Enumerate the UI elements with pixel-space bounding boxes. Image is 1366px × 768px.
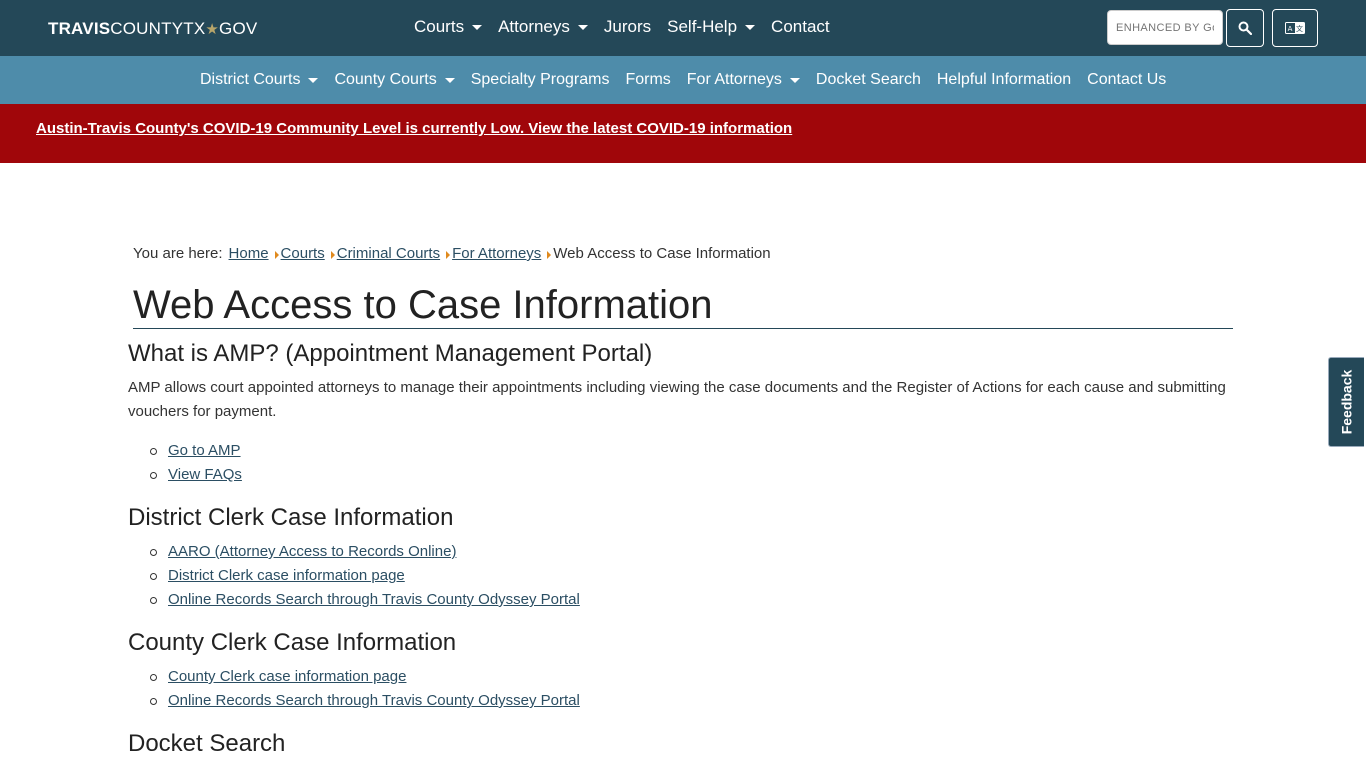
list-item: Online Records Search through Travis Cou… (150, 588, 580, 612)
subnav-helpful-information-label: Helpful Information (936, 71, 1072, 88)
breadcrumb-arrow-icon (446, 251, 451, 259)
view-faqs-link[interactable]: View FAQs (168, 463, 242, 487)
bullet-icon (150, 697, 157, 705)
subnav-for-attorneys[interactable]: For Attorneys (687, 71, 800, 89)
bullet-icon (150, 471, 157, 479)
bullet-icon (150, 596, 157, 604)
breadcrumb-arrow-icon (274, 251, 279, 259)
bullet-icon (150, 673, 157, 681)
top-header: TRAVISCOUNTYTX★GOV Courts Attorneys Juro… (0, 0, 1366, 56)
subnav-contact-us-label: Contact Us (1087, 71, 1167, 88)
bullet-icon (150, 548, 157, 556)
breadcrumb-for-attorneys[interactable]: For Attorneys (452, 245, 541, 262)
breadcrumb-courts[interactable]: Courts (281, 245, 325, 262)
list-item: View FAQs (150, 463, 242, 487)
caret-down-icon (472, 24, 483, 30)
list-item: Online Records Search through Travis Cou… (150, 689, 580, 713)
caret-down-icon (789, 77, 800, 83)
bullet-icon (150, 447, 157, 455)
bullet-icon (150, 572, 157, 580)
go-to-amp-link[interactable]: Go to AMP (168, 439, 241, 463)
covid-alert-link[interactable]: Austin-Travis County's COVID-19 Communit… (36, 120, 792, 137)
nav-attorneys-label: Attorneys (498, 17, 570, 36)
district-clerk-links: AARO (Attorney Access to Records Online)… (150, 540, 580, 612)
svg-text:文: 文 (1296, 24, 1303, 33)
subnav-docket-search[interactable]: Docket Search (816, 71, 921, 89)
subnav-county-courts[interactable]: County Courts (334, 71, 455, 89)
subnav-contact-us[interactable]: Contact Us (1087, 71, 1166, 89)
nav-contact[interactable]: Contact (771, 17, 830, 37)
translate-icon: A文 (1285, 22, 1305, 34)
nav-jurors-label: Jurors (603, 17, 652, 36)
subnav-helpful-information[interactable]: Helpful Information (937, 71, 1071, 89)
county-clerk-info-link[interactable]: County Clerk case information page (168, 665, 406, 689)
breadcrumb-arrow-icon (547, 251, 552, 259)
aaro-link[interactable]: AARO (Attorney Access to Records Online) (168, 540, 456, 564)
subnav-for-attorneys-label: For Attorneys (686, 71, 782, 88)
search-input[interactable] (1108, 11, 1222, 44)
subnav-forms-label: Forms (625, 71, 671, 88)
section-heading-district-clerk: District Clerk Case Information (128, 504, 454, 531)
search-button[interactable] (1226, 9, 1264, 47)
feedback-tab[interactable]: Feedback (1328, 357, 1364, 447)
subnav-docket-search-label: Docket Search (815, 71, 921, 88)
nav-self-help-label: Self-Help (667, 17, 738, 36)
district-clerk-info-link[interactable]: District Clerk case information page (168, 564, 405, 588)
subnav-county-courts-label: County Courts (334, 71, 437, 88)
caret-down-icon (745, 24, 756, 30)
nav-attorneys[interactable]: Attorneys (498, 17, 588, 37)
section-heading-county-clerk: County Clerk Case Information (128, 629, 457, 656)
list-item: AARO (Attorney Access to Records Online) (150, 540, 580, 564)
section-heading-docket-search: Docket Search (128, 730, 286, 757)
county-odyssey-link[interactable]: Online Records Search through Travis Cou… (168, 689, 580, 713)
list-item: Go to AMP (150, 439, 242, 463)
section-heading-amp: What is AMP? (Appointment Management Por… (128, 340, 653, 367)
breadcrumb: You are here: Home Courts Criminal Court… (133, 245, 771, 262)
county-clerk-links: County Clerk case information page Onlin… (150, 665, 580, 713)
caret-down-icon (308, 77, 319, 83)
logo-part-county: COUNTYTX (110, 19, 206, 38)
svg-text:A: A (1288, 25, 1293, 33)
amp-links: Go to AMP View FAQs (150, 439, 242, 487)
star-icon: ★ (205, 21, 220, 38)
feedback-label: Feedback (1338, 369, 1355, 435)
breadcrumb-home[interactable]: Home (229, 245, 269, 262)
site-search-box (1107, 10, 1223, 45)
covid-alert-banner: Austin-Travis County's COVID-19 Communit… (0, 104, 1366, 163)
section-nav: District Courts County Courts Specialty … (0, 56, 1366, 104)
site-logo[interactable]: TRAVISCOUNTYTX★GOV (48, 19, 257, 39)
nav-self-help[interactable]: Self-Help (667, 17, 756, 37)
list-item: District Clerk case information page (150, 564, 580, 588)
breadcrumb-current: Web Access to Case Information (553, 245, 771, 262)
subnav-district-courts-label: District Courts (200, 71, 301, 88)
logo-part-gov: GOV (219, 19, 258, 38)
district-odyssey-link[interactable]: Online Records Search through Travis Cou… (168, 588, 580, 612)
nav-courts-label: Courts (414, 17, 465, 36)
breadcrumb-arrow-icon (330, 251, 335, 259)
logo-part-travis: TRAVIS (48, 19, 111, 38)
nav-contact-label: Contact (771, 17, 830, 36)
main-nav: Courts Attorneys Jurors Self-Help Contac… (414, 17, 846, 37)
subnav-specialty-programs-label: Specialty Programs (470, 71, 610, 88)
breadcrumb-criminal-courts[interactable]: Criminal Courts (337, 245, 440, 262)
breadcrumb-label: You are here: (133, 245, 223, 262)
caret-down-icon (577, 24, 588, 30)
subnav-forms[interactable]: Forms (625, 71, 670, 89)
search-icon (1238, 21, 1252, 35)
caret-down-icon (444, 77, 455, 83)
nav-jurors[interactable]: Jurors (604, 17, 651, 37)
translate-button[interactable]: A文 (1272, 9, 1318, 47)
page-title: Web Access to Case Information (133, 282, 1233, 329)
list-item: County Clerk case information page (150, 665, 580, 689)
subnav-district-courts[interactable]: District Courts (200, 71, 319, 89)
nav-courts[interactable]: Courts (414, 17, 483, 37)
amp-description: AMP allows court appointed attorneys to … (128, 379, 1226, 420)
subnav-specialty-programs[interactable]: Specialty Programs (471, 71, 610, 89)
